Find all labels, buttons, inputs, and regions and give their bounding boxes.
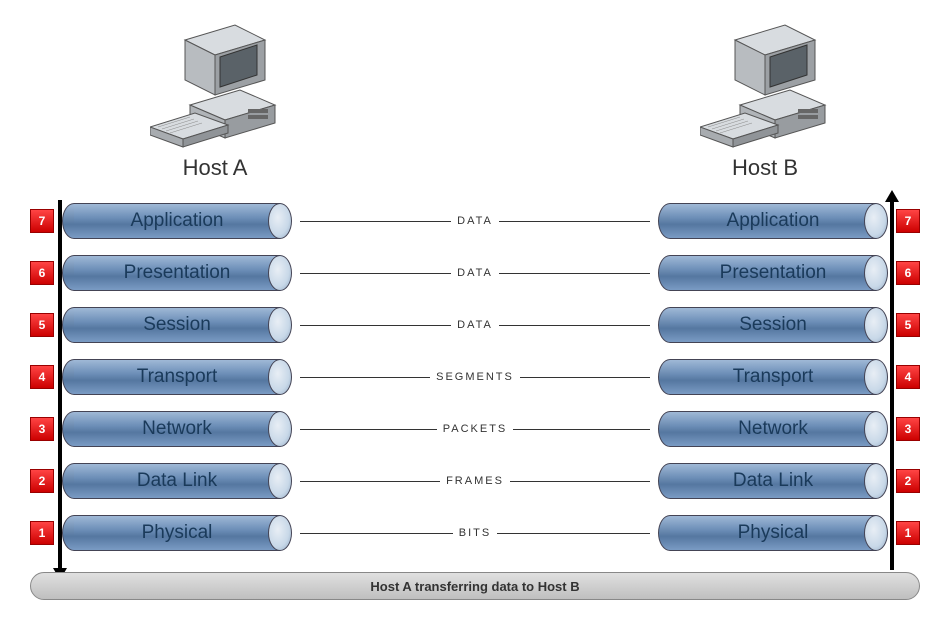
layer-number-right: 5 — [896, 313, 920, 337]
host-a-computer: Host A — [150, 20, 280, 181]
layer-name-a: Data Link — [137, 470, 217, 492]
pdu-label: DATA — [451, 215, 499, 227]
layer-name-b: Physical — [738, 522, 809, 544]
host-a-label: Host A — [150, 155, 280, 181]
layer-name-b: Transport — [733, 366, 814, 388]
layer-capsule-b: Presentation — [658, 255, 888, 291]
layer-capsule-b: Session — [658, 307, 888, 343]
layer-capsule-b: Application — [658, 203, 888, 239]
layer-row: 6 Presentation DATA Presentation 6 — [30, 247, 920, 299]
pdu-connector: FRAMES — [300, 481, 650, 482]
layer-number-left: 6 — [30, 261, 54, 285]
computer-icon — [150, 20, 280, 150]
layer-row: 4 Transport SEGMENTS Transport 4 — [30, 351, 920, 403]
pdu-label: DATA — [451, 319, 499, 331]
layer-capsule-a: Session — [62, 307, 292, 343]
pdu-connector: DATA — [300, 221, 650, 222]
layer-name-a: Application — [131, 210, 224, 232]
layer-name-a: Physical — [142, 522, 213, 544]
footer-caption: Host A transferring data to Host B — [30, 572, 920, 600]
layer-name-a: Network — [142, 418, 212, 440]
layer-name-b: Session — [739, 314, 807, 336]
computer-icon — [700, 20, 830, 150]
layer-capsule-b: Physical — [658, 515, 888, 551]
layer-name-b: Application — [727, 210, 820, 232]
layer-number-right: 6 — [896, 261, 920, 285]
host-b-computer: Host B — [700, 20, 830, 181]
layer-number-right: 2 — [896, 469, 920, 493]
layer-capsule-a: Data Link — [62, 463, 292, 499]
pdu-connector: SEGMENTS — [300, 377, 650, 378]
pdu-connector: DATA — [300, 273, 650, 274]
pdu-connector: DATA — [300, 325, 650, 326]
pdu-label: SEGMENTS — [430, 371, 520, 383]
layer-capsule-a: Presentation — [62, 255, 292, 291]
pdu-connector: PACKETS — [300, 429, 650, 430]
layer-number-left: 4 — [30, 365, 54, 389]
layer-name-b: Data Link — [733, 470, 813, 492]
layer-capsule-b: Network — [658, 411, 888, 447]
pdu-label: BITS — [453, 527, 497, 539]
layer-row: 5 Session DATA Session 5 — [30, 299, 920, 351]
layer-name-b: Network — [738, 418, 808, 440]
pdu-label: FRAMES — [440, 475, 510, 487]
layer-number-right: 4 — [896, 365, 920, 389]
pdu-connector: BITS — [300, 533, 650, 534]
layer-capsule-a: Application — [62, 203, 292, 239]
layer-number-left: 1 — [30, 521, 54, 545]
layer-number-left: 5 — [30, 313, 54, 337]
pdu-label: DATA — [451, 267, 499, 279]
layer-capsule-a: Network — [62, 411, 292, 447]
layer-name-a: Transport — [137, 366, 218, 388]
layer-capsule-b: Data Link — [658, 463, 888, 499]
layer-name-a: Presentation — [124, 262, 231, 284]
layer-number-right: 1 — [896, 521, 920, 545]
layer-capsule-b: Transport — [658, 359, 888, 395]
layer-row: 3 Network PACKETS Network 3 — [30, 403, 920, 455]
layer-number-left: 7 — [30, 209, 54, 233]
pdu-label: PACKETS — [437, 423, 514, 435]
layers-container: 7 Application DATA Application 7 6 Prese… — [30, 195, 920, 559]
layer-number-left: 2 — [30, 469, 54, 493]
layer-row: 2 Data Link FRAMES Data Link 2 — [30, 455, 920, 507]
osi-diagram: Host A — [10, 10, 940, 630]
layer-number-right: 7 — [896, 209, 920, 233]
layer-capsule-a: Physical — [62, 515, 292, 551]
layer-number-left: 3 — [30, 417, 54, 441]
layer-row: 1 Physical BITS Physical 1 — [30, 507, 920, 559]
layer-row: 7 Application DATA Application 7 — [30, 195, 920, 247]
layer-name-b: Presentation — [720, 262, 827, 284]
layer-number-right: 3 — [896, 417, 920, 441]
layer-capsule-a: Transport — [62, 359, 292, 395]
layer-name-a: Session — [143, 314, 211, 336]
host-b-label: Host B — [700, 155, 830, 181]
